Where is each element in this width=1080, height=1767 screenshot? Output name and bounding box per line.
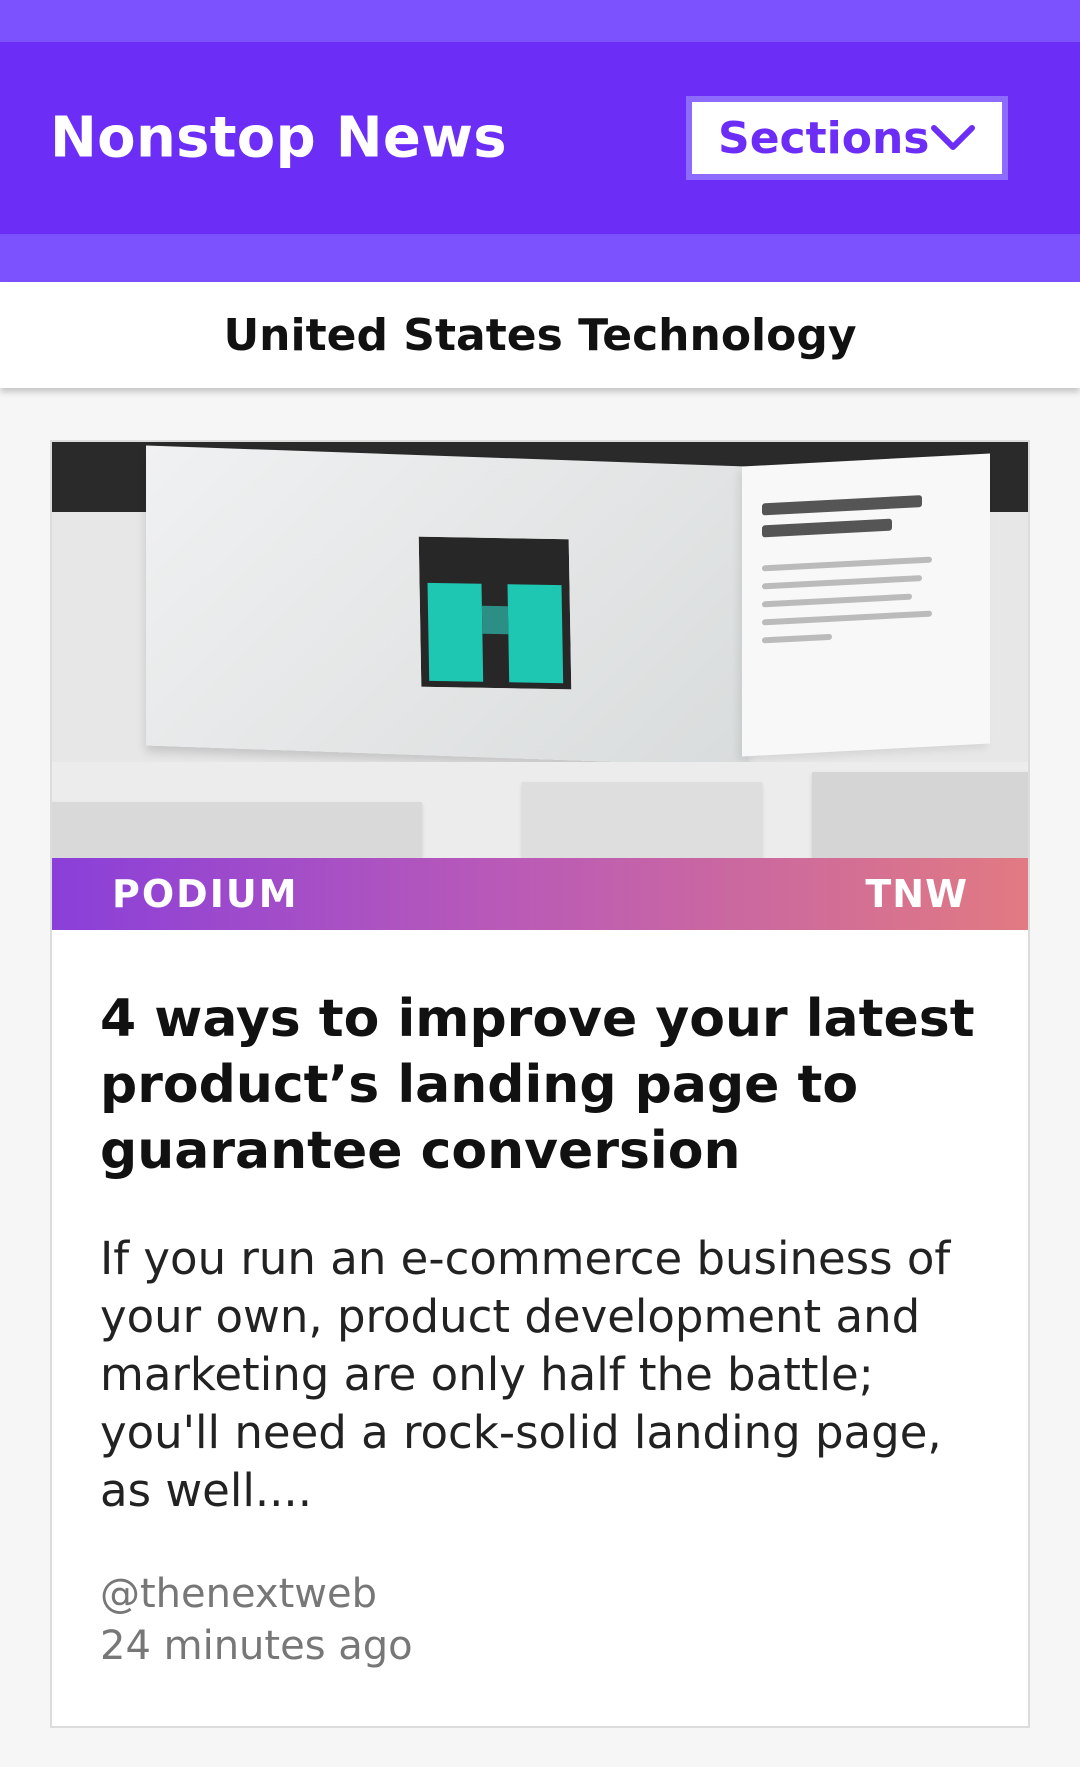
section-header: United States Technology [0, 282, 1080, 388]
sections-label: Sections [718, 112, 930, 164]
podium-logo: PODIUM [112, 872, 299, 916]
article-card[interactable]: PODIUM TNW 4 ways to improve your latest… [50, 440, 1030, 1728]
chevron-down-icon [929, 120, 977, 156]
tnw-logo: TNW [865, 872, 968, 916]
article-source: @thenextweb [100, 1571, 377, 1617]
status-strip [0, 0, 1080, 42]
image-brand-band: PODIUM TNW [52, 858, 1028, 930]
article-image[interactable]: PODIUM TNW [52, 442, 1028, 930]
app-header: Nonstop News Sections [0, 42, 1080, 234]
app-screen: Nonstop News Sections United States Tech… [0, 0, 1080, 1767]
app-logo-icon [418, 536, 572, 690]
article-excerpt: If you run an e-commerce business of you… [100, 1232, 951, 1517]
article-card-body: 4 ways to improve your latest product’s … [52, 930, 1028, 1672]
article-time: 24 minutes ago [100, 1623, 413, 1669]
sections-dropdown-button[interactable]: Sections [686, 96, 1008, 180]
section-title: United States Technology [223, 309, 857, 361]
app-title: Nonstop News [50, 105, 507, 171]
article-headline[interactable]: 4 ways to improve your latest product’s … [100, 986, 980, 1184]
article-meta: @thenextweb 24 minutes ago [100, 1568, 980, 1672]
image-panel [742, 453, 990, 757]
header-bottom-strip [0, 234, 1080, 282]
